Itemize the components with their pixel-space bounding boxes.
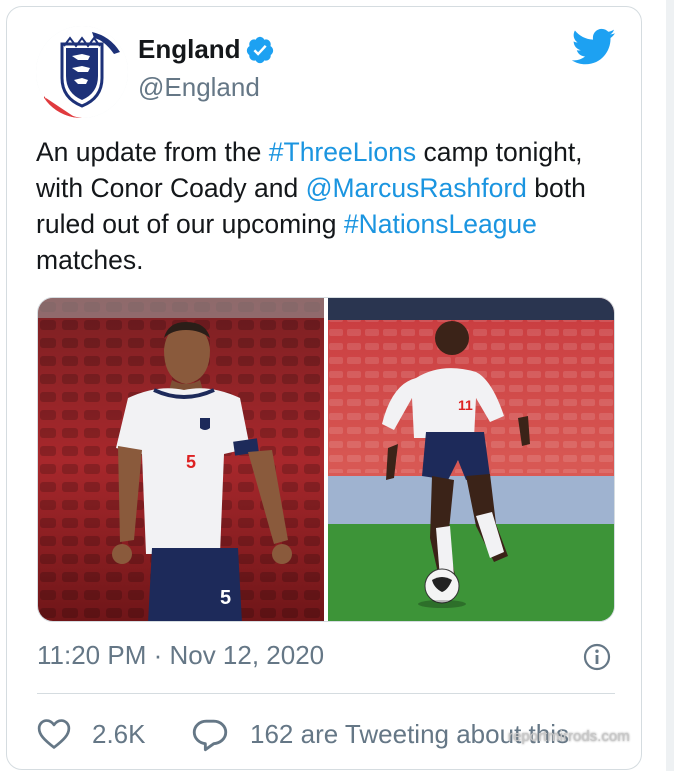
hashtag-three-lions[interactable]: #ThreeLions [269,137,416,167]
tweet-timestamp[interactable]: 11:20 PM · Nov 12, 2020 [37,640,324,671]
display-name[interactable]: England [138,34,241,65]
svg-text:5: 5 [220,587,231,609]
divider [37,693,615,694]
photo-conor-coady[interactable]: 5 5 [38,298,324,621]
tweet-text-segment: An update from the [36,137,269,167]
tweet-media: 5 5 11 [37,297,615,622]
twitter-bird-icon[interactable] [571,28,616,66]
photo-marcus-rashford[interactable]: 11 [328,298,614,621]
info-icon[interactable] [583,643,611,671]
scrollbar-track [666,0,674,771]
england-crest-logo [36,26,128,118]
shirt-number-right: 11 [458,397,473,413]
tweet-text-segment: matches. [36,245,144,275]
heart-icon[interactable] [37,718,71,750]
handle[interactable]: @England [138,72,260,103]
hashtag-nations-league[interactable]: #NationsLeague [344,209,537,239]
watermark-text: reportmirrods.com [508,728,630,745]
mention-marcus-rashford[interactable]: @MarcusRashford [306,173,527,203]
shirt-number-left: 5 [186,452,196,472]
speech-bubble-icon[interactable] [192,718,228,752]
like-count[interactable]: 2.6K [92,719,146,750]
verified-badge-icon [245,35,275,65]
tweet-text: An update from the #ThreeLions camp toni… [36,134,626,278]
avatar[interactable] [36,26,128,118]
